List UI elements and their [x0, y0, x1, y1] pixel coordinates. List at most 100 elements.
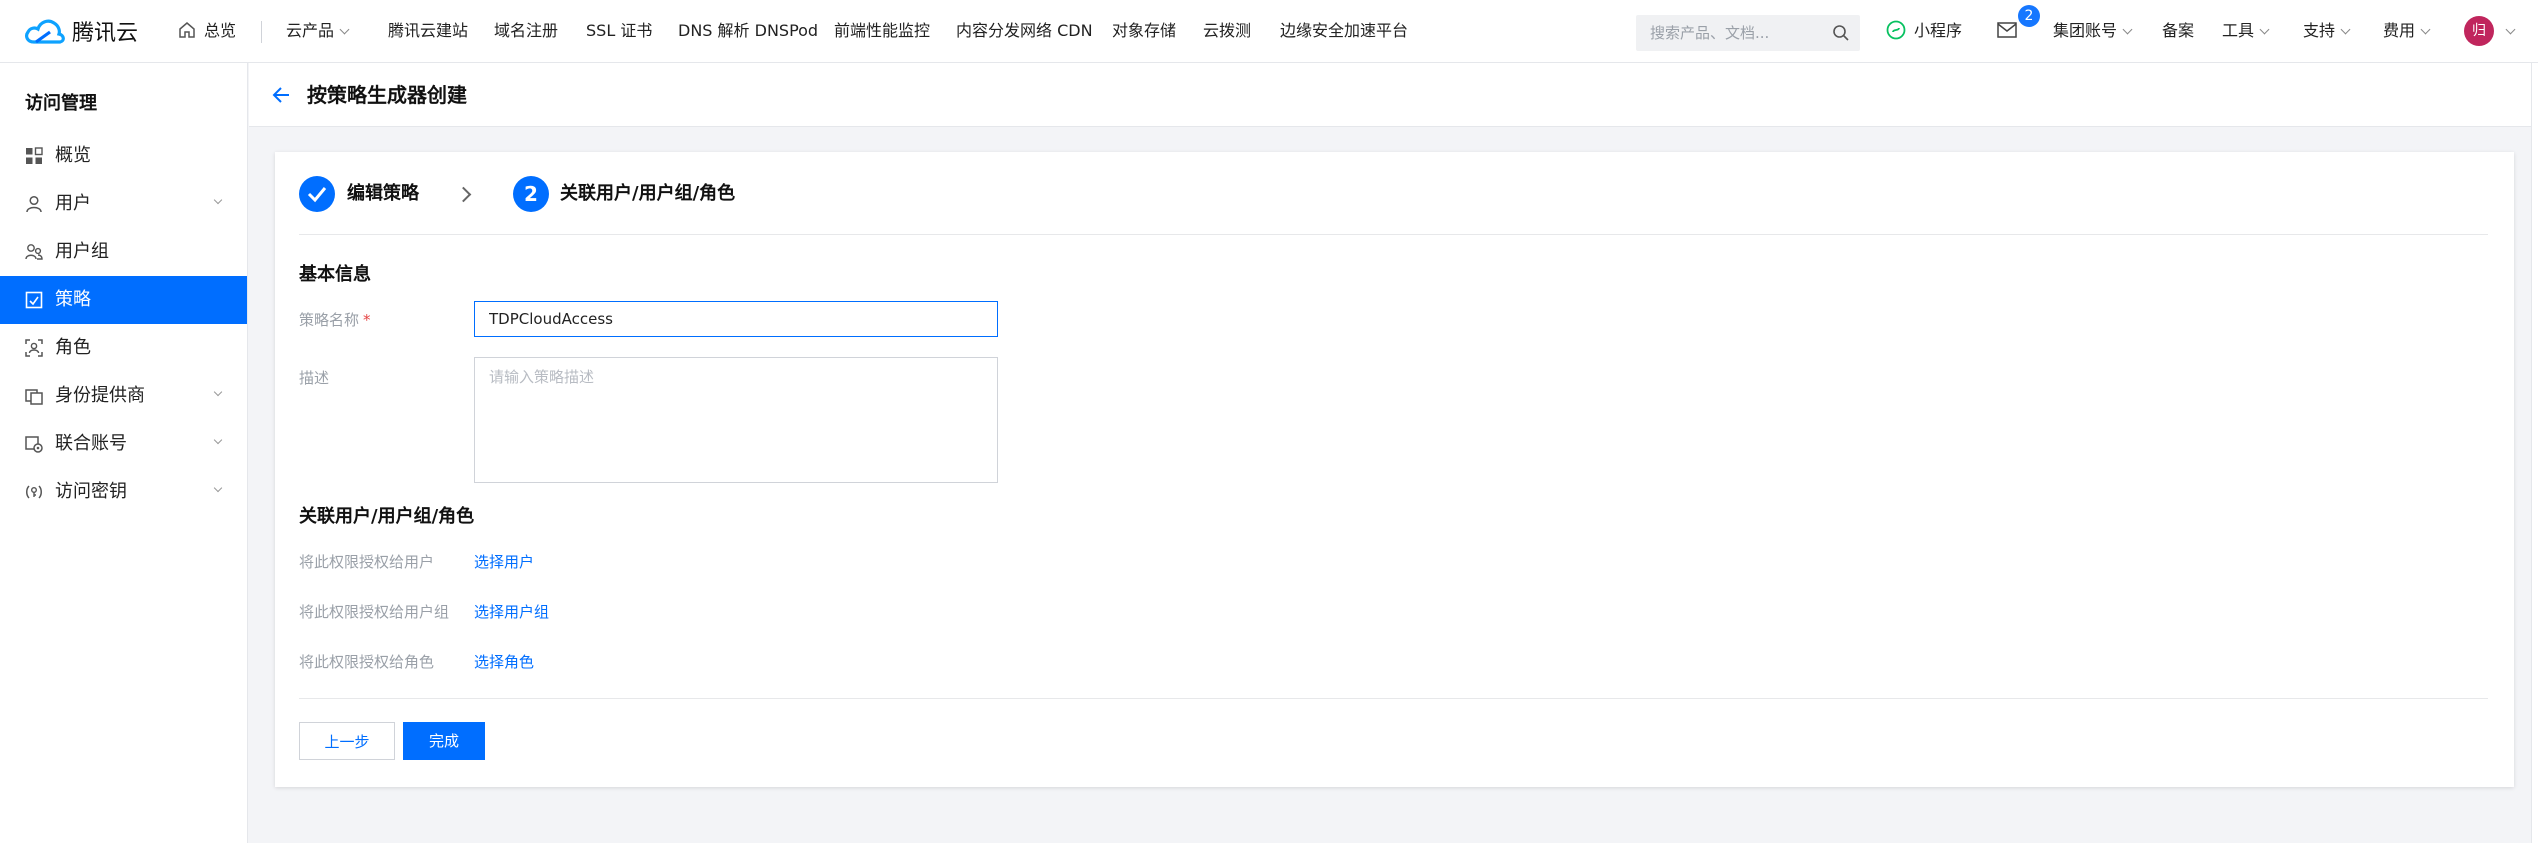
nav-support[interactable]: 支持	[2303, 0, 2351, 62]
sidebar-item-label: 访问密钥	[55, 481, 127, 502]
search-placeholder: 搜索产品、文档...	[1650, 24, 1770, 42]
chevron-down-icon	[2122, 24, 2133, 35]
chevron-down-icon	[339, 24, 350, 35]
nav-overview[interactable]: 总览	[178, 0, 236, 62]
chevron-down-icon	[2259, 24, 2270, 35]
grant-group-label: 将此权限授权给用户组	[299, 603, 450, 621]
nav-messages[interactable]	[1997, 0, 2017, 62]
sidebar-item-federated-accounts[interactable]: 联合账号	[0, 420, 247, 468]
chevron-down-icon[interactable]	[2505, 24, 2516, 35]
sidebar-item-label: 联合账号	[55, 433, 127, 454]
description-label: 描述	[299, 369, 330, 387]
chevron-right-icon	[455, 186, 472, 203]
policy-icon	[25, 291, 43, 309]
prev-step-button[interactable]: 上一步	[299, 722, 395, 760]
sidebar-item-label: 用户	[55, 193, 91, 214]
user-icon	[26, 195, 42, 213]
sidebar-title: 访问管理	[25, 93, 97, 114]
sidebar-item-overview[interactable]: 概览	[0, 132, 247, 180]
nav-link-ssl[interactable]: SSL 证书	[586, 0, 652, 62]
grant-role-label: 将此权限授权给角色	[299, 653, 435, 671]
step-2-label: 关联用户/用户组/角色	[560, 183, 736, 204]
sidebar: 访问管理 概览 用户 用户组 策略 角色 身份提供商 联合账号 访问密钥	[0, 63, 248, 843]
miniprogram-icon	[1886, 20, 1906, 40]
nav-miniprogram-label: 小程序	[1914, 21, 1963, 40]
chevron-down-icon	[2340, 24, 2351, 35]
checkmark-icon	[307, 187, 327, 203]
associate-title: 关联用户/用户组/角色	[299, 506, 475, 527]
user-group-icon	[25, 244, 43, 260]
tencent-cloud-logo[interactable]: 腾讯云	[24, 14, 138, 48]
nav-tools[interactable]: 工具	[2222, 0, 2270, 62]
sidebar-item-roles[interactable]: 角色	[0, 324, 247, 372]
nav-link-dns[interactable]: DNS 解析 DNSPod	[678, 0, 818, 62]
nav-miniprogram[interactable]: 小程序	[1886, 0, 1962, 62]
back-arrow-icon[interactable]	[271, 85, 291, 105]
sidebar-item-label: 概览	[55, 145, 91, 166]
logo-text: 腾讯云	[72, 21, 139, 46]
sidebar-item-users[interactable]: 用户	[0, 180, 247, 228]
select-roles-link[interactable]: 选择角色	[474, 651, 534, 672]
policy-name-label: 策略名称 *	[299, 309, 371, 330]
sidebar-item-policies[interactable]: 策略	[0, 276, 247, 324]
sidebar-item-label: 角色	[55, 337, 91, 358]
nav-group-account-label: 集团账号	[2053, 21, 2118, 40]
nav-link-site-builder[interactable]: 腾讯云建站	[388, 0, 468, 62]
nav-billing-label: 费用	[2383, 21, 2416, 40]
policy-name-input[interactable]	[475, 302, 997, 336]
description-field[interactable]	[474, 357, 998, 483]
form-card: 编辑策略 2 关联用户/用户组/角色 基本信息 策略名称* 描述 关联用户/用户…	[275, 152, 2514, 787]
nav-billing[interactable]: 费用	[2383, 0, 2431, 62]
message-count-badge: 2	[2018, 5, 2040, 27]
sidebar-item-access-keys[interactable]: 访问密钥	[0, 468, 247, 516]
select-user-groups-link[interactable]: 选择用户组	[474, 601, 549, 622]
policy-name-label-text: 策略名称	[299, 311, 360, 329]
top-nav: 腾讯云 总览 云产品 腾讯云建站 域名注册 SSL 证书 DNS 解析 DNSP…	[0, 0, 2538, 63]
nav-tools-label: 工具	[2222, 21, 2255, 40]
page-header: 按策略生成器创建	[249, 63, 2538, 127]
nav-link-frontend-monitor[interactable]: 前端性能监控	[834, 0, 930, 62]
chevron-down-icon	[213, 435, 223, 445]
required-mark: *	[363, 311, 371, 329]
avatar[interactable]: 归	[2464, 16, 2494, 46]
sidebar-item-label: 身份提供商	[55, 385, 145, 406]
step-1-label: 编辑策略	[347, 183, 419, 204]
step-1-indicator	[299, 176, 335, 212]
identity-provider-icon	[25, 389, 43, 405]
chevron-down-icon	[213, 195, 223, 205]
search-icon[interactable]	[1832, 24, 1850, 42]
sidebar-item-label: 策略	[55, 289, 91, 310]
description-textarea[interactable]	[475, 358, 997, 482]
home-icon	[179, 22, 195, 38]
nav-link-cos[interactable]: 对象存储	[1112, 0, 1176, 62]
nav-group-account[interactable]: 集团账号	[2053, 0, 2133, 62]
divider	[299, 698, 2488, 699]
policy-name-field[interactable]	[474, 301, 998, 337]
finish-button[interactable]: 完成	[403, 722, 485, 760]
nav-filing[interactable]: 备案	[2162, 0, 2194, 62]
nav-link-cdn[interactable]: 内容分发网络 CDN	[956, 0, 1093, 62]
sidebar-item-label: 用户组	[55, 241, 109, 262]
chevron-down-icon	[213, 387, 223, 397]
search-input[interactable]: 搜索产品、文档...	[1636, 15, 1860, 51]
federated-account-icon	[25, 436, 43, 453]
basic-info-title: 基本信息	[299, 264, 371, 285]
select-users-link[interactable]: 选择用户	[474, 551, 534, 572]
access-key-icon	[26, 485, 42, 499]
step-2-indicator: 2	[513, 176, 549, 212]
nav-link-domain[interactable]: 域名注册	[494, 0, 558, 62]
mail-icon	[1997, 22, 2017, 38]
nav-link-edgeone[interactable]: 边缘安全加速平台	[1280, 0, 1408, 62]
nav-products[interactable]: 云产品	[286, 0, 350, 62]
sidebar-item-identity-providers[interactable]: 身份提供商	[0, 372, 247, 420]
nav-products-label: 云产品	[286, 21, 335, 40]
chevron-down-icon	[2420, 24, 2431, 35]
grant-user-label: 将此权限授权给用户	[299, 553, 435, 571]
nav-support-label: 支持	[2303, 21, 2336, 40]
sidebar-item-user-groups[interactable]: 用户组	[0, 228, 247, 276]
right-edge-strip	[2531, 63, 2538, 843]
chevron-down-icon	[213, 483, 223, 493]
nav-divider	[261, 21, 262, 43]
cloud-logo-icon	[25, 19, 65, 44]
nav-link-dial-test[interactable]: 云拨测	[1203, 0, 1251, 62]
